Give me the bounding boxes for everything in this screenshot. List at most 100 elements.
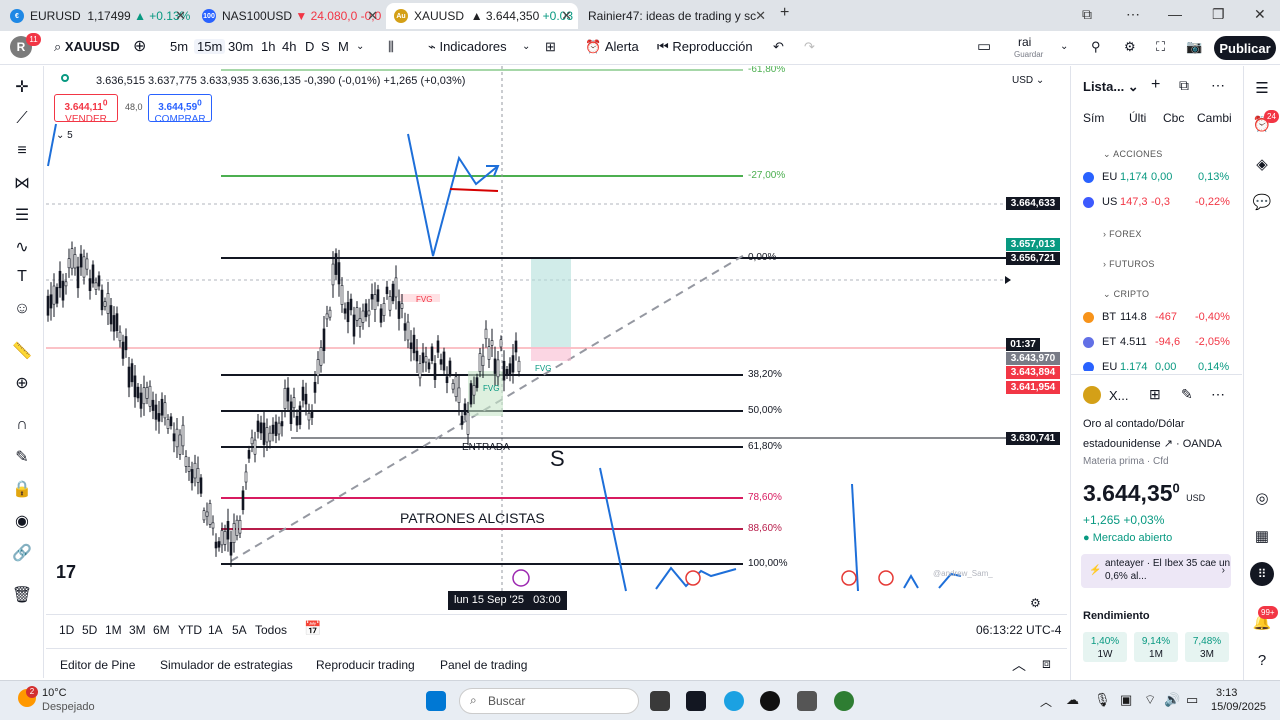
indicators-button[interactable]: ⌁ Indicadores (428, 39, 507, 55)
minimize-icon[interactable]: — (1168, 6, 1182, 22)
long-position-stop[interactable] (531, 347, 571, 361)
close-window-icon[interactable]: ✕ (1254, 6, 1266, 23)
settings-gear-icon[interactable]: ⚙ (1030, 596, 1041, 610)
magnet-icon[interactable]: ∩ (11, 414, 33, 436)
microphone-icon[interactable]: 🎙 (1094, 692, 1111, 708)
col-last[interactable]: Últi (1129, 111, 1146, 125)
text-icon[interactable]: T (11, 266, 33, 288)
link-icon[interactable]: 🔗 (11, 542, 33, 564)
range-1d[interactable]: 1D (59, 623, 74, 637)
quick-search-icon[interactable]: ⚲ (1091, 39, 1101, 55)
forecast-icon[interactable]: ☰ (11, 204, 33, 226)
add-symbol-icon[interactable]: + (1151, 76, 1160, 94)
scroll-right-marker[interactable] (1005, 276, 1011, 284)
indicators-collapse[interactable]: ⌄ 5 (56, 130, 73, 141)
tab-pine-editor[interactable]: Editor de Pine (60, 658, 135, 672)
zoom-in-icon[interactable]: ⊕ (11, 372, 33, 394)
list-item[interactable]: EU 1.174 0,00 0,14% (1083, 359, 1241, 371)
trash-icon[interactable]: 🗑 (11, 584, 33, 606)
range-all[interactable]: Todos (255, 623, 287, 637)
interval-5m[interactable]: 5m (170, 39, 188, 54)
volume-icon[interactable]: 🔊 (1164, 692, 1180, 708)
projection-path[interactable] (47, 123, 57, 167)
maximize-icon[interactable]: ❐ (1212, 6, 1225, 23)
edit-icon[interactable]: ✎ (1181, 386, 1193, 403)
trend-line-icon[interactable]: ⟋ (11, 108, 33, 130)
close-tab-icon[interactable]: ✕ (175, 8, 186, 24)
windows-start-icon[interactable] (426, 691, 446, 711)
close-tab-icon[interactable]: ✕ (367, 8, 378, 24)
replay-button[interactable]: ⏮ Reproducción (657, 39, 753, 55)
chevron-up-icon[interactable]: ︿ (1040, 693, 1052, 710)
buy-button[interactable]: 3.644,590 COMPRAR (148, 94, 212, 125)
task-view-icon[interactable] (650, 691, 670, 711)
lock-icon[interactable]: 🔒 (11, 478, 33, 500)
edge-browser-icon[interactable] (724, 691, 744, 711)
news-card[interactable]: ⚡ anteayer · El Ibex 35 cae un 0,6% al..… (1081, 554, 1231, 588)
section-cripto[interactable]: ⌄ CRIPTO (1103, 289, 1149, 300)
clock-timezone[interactable]: 06:13:22 UTC-4 (976, 623, 1061, 637)
compare-add-icon[interactable]: ⊕ (133, 36, 146, 56)
browser-tab-xauusd[interactable]: Au XAUUSD ▲ 3.644,350 +0.03 ✕ (386, 3, 578, 29)
list-item[interactable]: BT 114.8 -467 -0,40% (1083, 309, 1241, 327)
layout-icon[interactable]: ▭ (977, 37, 991, 55)
chevron-down-icon[interactable]: ⌄ (522, 41, 530, 52)
chart-type-icon[interactable]: ⫼ (388, 39, 394, 55)
apps-grid-icon[interactable]: ⠿ (1250, 562, 1274, 586)
clock-date[interactable]: 15/09/2025 (1211, 701, 1266, 713)
redo-icon[interactable]: ↷ (804, 39, 815, 55)
range-6m[interactable]: 6M (153, 623, 170, 637)
fib-retracement-icon[interactable]: ≡ (11, 140, 33, 162)
col-symbol[interactable]: Sím (1083, 111, 1104, 125)
range-5d[interactable]: 5D (82, 623, 97, 637)
battery-icon[interactable]: ▭ (1186, 692, 1198, 708)
display-icon[interactable]: ▣ (1120, 692, 1132, 708)
close-tab-icon[interactable]: ✕ (755, 8, 766, 24)
calendar-icon[interactable]: 📅 (304, 620, 321, 637)
chevron-down-icon[interactable]: ⌄ (356, 41, 364, 52)
camera-icon[interactable]: 📷 (1186, 39, 1202, 55)
close-tab-icon[interactable]: ✕ (561, 8, 572, 24)
chart-canvas[interactable]: 17 (46, 66, 1067, 614)
publish-button[interactable]: Publicar (1214, 36, 1276, 60)
more-icon[interactable]: ⋯ (1211, 77, 1225, 94)
temperature[interactable]: 10°C (42, 687, 67, 699)
more-icon[interactable]: ⋯ (1211, 386, 1225, 403)
interval-30m[interactable]: 30m (228, 39, 253, 54)
col-change-pct[interactable]: Cambi (1197, 111, 1232, 125)
interval-d[interactable]: D (305, 39, 314, 54)
interval-15m[interactable]: 15m (194, 39, 226, 54)
list-item[interactable]: EU 1,174 0,00 0,13% (1083, 169, 1241, 187)
us-flag-event-icon[interactable] (878, 570, 894, 586)
range-3m[interactable]: 3M (129, 623, 146, 637)
brush-icon[interactable]: ∿ (11, 236, 33, 258)
chrome-icon[interactable] (834, 691, 854, 711)
us-flag-event-icon[interactable] (685, 570, 701, 586)
symbol-search[interactable]: ⌕ XAUUSD (54, 39, 120, 55)
calendar-icon[interactable]: ▦ (1252, 526, 1272, 546)
list-item[interactable]: ET 4.511 -94,6 -2,05% (1083, 334, 1241, 352)
currency-selector[interactable]: USD ⌄ (1012, 75, 1044, 86)
watchlist-icon[interactable]: ☰ (1252, 78, 1272, 98)
chevron-up-icon[interactable]: ︿ (1012, 655, 1026, 675)
tradingview-app-icon[interactable] (686, 691, 706, 711)
sell-button[interactable]: 3.644,110 VENDER (54, 94, 118, 125)
file-explorer-icon[interactable] (797, 691, 817, 711)
templates-icon[interactable]: ⊞ (545, 39, 556, 55)
watchlist-title[interactable]: Lista... ⌄ (1083, 79, 1139, 95)
long-position-target[interactable] (531, 259, 571, 347)
range-1a[interactable]: 1A (208, 623, 223, 637)
maximize-panel-icon[interactable]: ⧈ (1042, 655, 1051, 672)
taskbar-search[interactable]: ⌕ Buscar (459, 688, 639, 714)
projection-path[interactable] (407, 133, 499, 257)
range-1m[interactable]: 1M (105, 623, 122, 637)
help-icon[interactable]: ? (1252, 650, 1272, 670)
wifi-icon[interactable]: ⌔ (1144, 692, 1156, 708)
section-futuros[interactable]: › FUTUROS (1103, 259, 1155, 269)
details-symbol[interactable]: X... (1109, 388, 1129, 403)
list-item[interactable]: US 147,3 -0,3 -0,22% (1083, 194, 1241, 212)
tab-search-icon[interactable]: ⧉ (1082, 6, 1092, 23)
eye-icon[interactable]: ◉ (11, 510, 33, 532)
clock-time[interactable]: 3:13 (1216, 687, 1237, 699)
tab-replay-trading[interactable]: Reproducir trading (316, 658, 415, 672)
